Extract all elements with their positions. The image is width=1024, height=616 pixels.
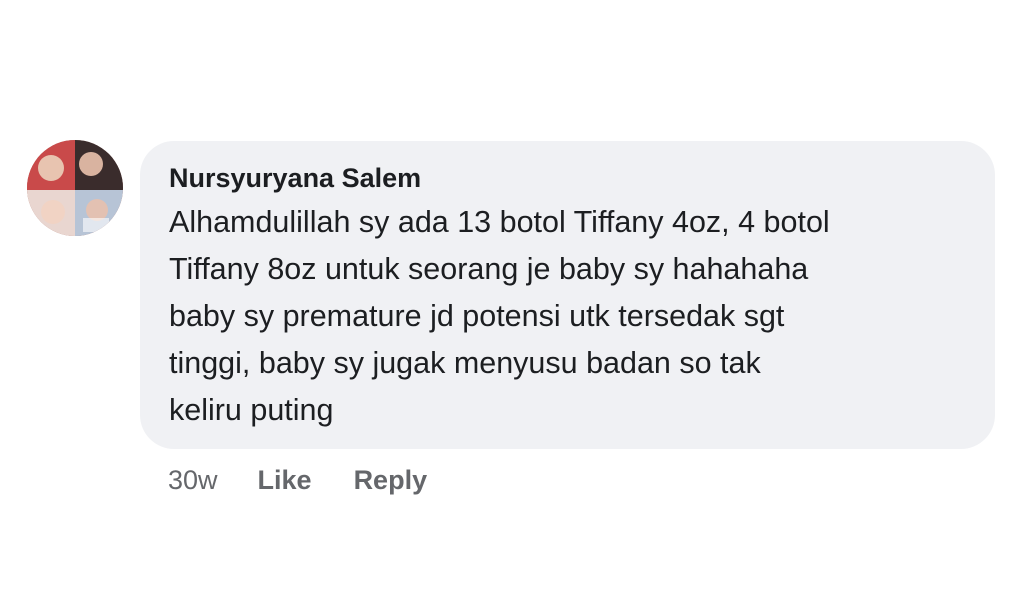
comment-text-line: baby sy premature jd potensi utk terseda… [169,299,785,333]
reply-button[interactable]: Reply [354,465,428,496]
comment-text-line: tinggi, baby sy jugak menyusu badan so t… [169,346,761,380]
comment-author[interactable]: Nursyuryana Salem [169,161,967,195]
comment-text-line: Tiffany 8oz untuk seorang je baby sy hah… [169,252,809,286]
comment: Nursyuryana Salem Alhamdulillah sy ada 1… [0,0,1024,616]
avatar[interactable] [27,140,123,236]
comment-text: Alhamdulillah sy ada 13 botol Tiffany 4o… [169,199,979,434]
like-button[interactable]: Like [258,465,312,496]
comment-text-line: Alhamdulillah sy ada 13 botol Tiffany 4o… [169,205,830,239]
comment-bubble: Nursyuryana Salem Alhamdulillah sy ada 1… [140,141,995,449]
avatar-photo-icon [27,140,123,236]
comment-actions: 30w Like Reply [168,462,469,498]
comment-timestamp[interactable]: 30w [168,465,218,496]
comment-text-line: keliru puting [169,393,334,427]
